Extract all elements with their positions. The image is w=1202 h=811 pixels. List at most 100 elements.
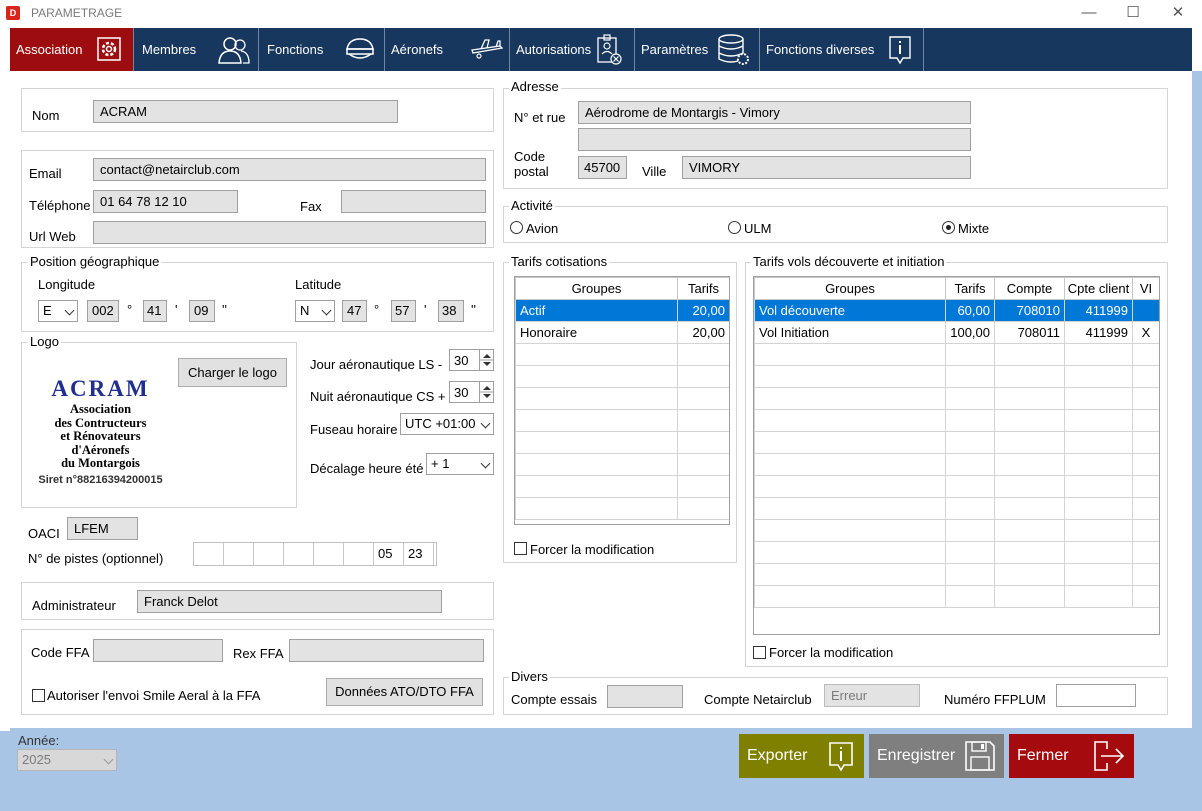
table-cell[interactable]	[1064, 541, 1133, 564]
table-row[interactable]	[754, 475, 1159, 498]
minimize-button[interactable]: —	[1067, 0, 1111, 28]
col-header-tarifs[interactable]: Tarifs	[945, 277, 995, 300]
table-cell[interactable]	[945, 365, 995, 388]
table-row[interactable]: Vol Initiation 100,00 708011 411999 X	[754, 321, 1159, 344]
table-cell[interactable]	[994, 387, 1065, 410]
smile-checkbox[interactable]	[32, 689, 45, 702]
close-window-button[interactable]: ✕	[1156, 0, 1200, 28]
essais-field[interactable]	[607, 685, 683, 708]
table-cell[interactable]	[1132, 387, 1159, 410]
table-cell[interactable]	[1132, 475, 1159, 498]
longitude-minutes-field[interactable]: 41	[143, 300, 167, 322]
oaci-field[interactable]: LFEM	[67, 517, 138, 540]
latitude-minutes-field[interactable]: 57	[391, 300, 416, 322]
table-cell[interactable]: 60,00	[945, 299, 995, 322]
table-cell[interactable]	[754, 409, 946, 432]
table-row[interactable]	[515, 343, 729, 366]
piste-cell[interactable]	[314, 543, 344, 565]
piste-cell[interactable]	[344, 543, 374, 565]
tab-parametres[interactable]: Paramètres	[635, 28, 760, 71]
table-cell[interactable]	[994, 431, 1065, 454]
table-cell[interactable]	[1064, 365, 1133, 388]
radio-avion[interactable]	[510, 221, 523, 234]
table-cell[interactable]	[1132, 541, 1159, 564]
table-cell[interactable]	[1132, 585, 1159, 608]
rue-field[interactable]: Aérodrome de Montargis - Vimory	[578, 101, 971, 124]
table-cell[interactable]	[945, 431, 995, 454]
piste-cell[interactable]	[224, 543, 254, 565]
piste-cell[interactable]: 05	[374, 543, 404, 565]
rue2-field[interactable]	[578, 128, 971, 151]
ato-dto-button[interactable]: Données ATO/DTO FFA	[326, 678, 483, 706]
table-row[interactable]	[515, 431, 729, 454]
piste-cell[interactable]	[284, 543, 314, 565]
table-cell[interactable]	[1132, 563, 1159, 586]
table-cell[interactable]	[1132, 299, 1159, 322]
table-cell[interactable]	[945, 409, 995, 432]
rex-ffa-field[interactable]	[289, 639, 484, 662]
table-cell[interactable]	[1064, 585, 1133, 608]
table-cell[interactable]	[945, 585, 995, 608]
longitude-degrees-field[interactable]: 002	[87, 300, 119, 322]
spinner-arrows-icon[interactable]	[479, 382, 494, 402]
table-cell[interactable]: Actif	[515, 299, 678, 322]
col-header-compte[interactable]: Compte	[994, 277, 1065, 300]
table-cell[interactable]	[754, 365, 946, 388]
table-cell[interactable]	[754, 387, 946, 410]
jour-spinner[interactable]: 30	[449, 349, 494, 371]
table-cell[interactable]	[1064, 497, 1133, 520]
table-cell[interactable]	[945, 343, 995, 366]
cotisations-force-checkbox[interactable]	[514, 542, 527, 555]
table-cell[interactable]	[1064, 563, 1133, 586]
table-cell[interactable]	[945, 519, 995, 542]
table-cell[interactable]	[677, 343, 729, 366]
email-field[interactable]: contact@netairclub.com	[93, 158, 486, 181]
table-cell[interactable]: 20,00	[677, 321, 729, 344]
export-button[interactable]: Exporter	[739, 734, 864, 778]
table-cell[interactable]	[1132, 453, 1159, 476]
table-cell[interactable]	[754, 343, 946, 366]
col-header-vi[interactable]: VI	[1132, 277, 1159, 300]
table-cell[interactable]	[945, 387, 995, 410]
table-cell[interactable]: 411999	[1064, 321, 1133, 344]
table-row[interactable]	[754, 387, 1159, 410]
table-cell[interactable]	[1132, 343, 1159, 366]
table-cell[interactable]	[994, 343, 1065, 366]
table-cell[interactable]	[945, 563, 995, 586]
save-button[interactable]: Enregistrer	[869, 734, 1004, 778]
table-cell[interactable]	[754, 563, 946, 586]
table-cell[interactable]	[1064, 453, 1133, 476]
table-cell[interactable]	[994, 365, 1065, 388]
table-row[interactable]	[515, 387, 729, 410]
col-header-groupes[interactable]: Groupes	[515, 277, 678, 300]
piste-cell[interactable]	[254, 543, 284, 565]
col-header-tarifs[interactable]: Tarifs	[677, 277, 729, 300]
table-cell[interactable]	[754, 541, 946, 564]
table-cell[interactable]: 20,00	[677, 299, 729, 322]
table-row[interactable]	[515, 475, 729, 498]
table-cell[interactable]: X	[1132, 321, 1159, 344]
table-cell[interactable]	[994, 497, 1065, 520]
table-cell[interactable]	[1132, 519, 1159, 542]
table-cell[interactable]	[1132, 409, 1159, 432]
nuit-spinner[interactable]: 30	[449, 381, 494, 403]
table-cell[interactable]	[1064, 431, 1133, 454]
table-cell[interactable]: Honoraire	[515, 321, 678, 344]
table-cell[interactable]	[515, 365, 678, 388]
piste-cell[interactable]: 23	[404, 543, 434, 565]
table-cell[interactable]	[994, 475, 1065, 498]
latitude-degrees-field[interactable]: 47	[342, 300, 367, 322]
cp-field[interactable]: 45700	[578, 156, 627, 179]
fuseau-select[interactable]: UTC +01:00	[400, 413, 494, 435]
table-cell[interactable]	[1064, 387, 1133, 410]
table-row[interactable]	[754, 453, 1159, 476]
table-cell[interactable]	[754, 585, 946, 608]
table-cell[interactable]	[754, 431, 946, 454]
table-cell[interactable]	[515, 387, 678, 410]
table-cell[interactable]	[515, 453, 678, 476]
table-cell[interactable]	[994, 409, 1065, 432]
table-cell[interactable]	[1132, 365, 1159, 388]
table-cell[interactable]: 708010	[994, 299, 1065, 322]
table-cell[interactable]	[677, 431, 729, 454]
table-cell[interactable]: 100,00	[945, 321, 995, 344]
